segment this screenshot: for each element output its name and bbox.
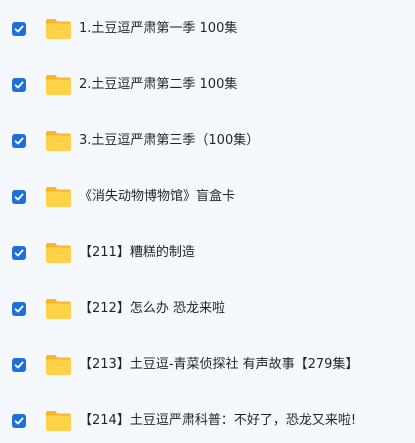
- file-name: 1.土豆逗严肃第一季 100集: [79, 21, 238, 36]
- file-row[interactable]: 1.土豆逗严肃第一季 100集: [0, 14, 415, 44]
- file-name: 【214】土豆逗严肃科普：不好了，恐龙又来啦!: [79, 413, 357, 428]
- file-row[interactable]: 《消失动物博物馆》盲盒卡: [0, 182, 415, 212]
- folder-icon: [45, 298, 72, 320]
- file-name: 【212】怎么办 恐龙来啦: [79, 301, 225, 316]
- checkbox-checked-icon[interactable]: [12, 414, 26, 428]
- file-name: 2.土豆逗严肃第二季 100集: [79, 77, 238, 92]
- folder-icon: [45, 354, 72, 376]
- file-row[interactable]: 【213】土豆逗-青菜侦探社 有声故事【279集】: [0, 350, 415, 380]
- file-name: 【211】糟糕的制造: [79, 245, 195, 260]
- file-name: 《消失动物博物馆》盲盒卡: [79, 189, 236, 204]
- file-row[interactable]: 2.土豆逗严肃第二季 100集: [0, 70, 415, 100]
- checkbox-checked-icon[interactable]: [12, 190, 26, 204]
- folder-icon: [45, 410, 72, 432]
- file-row[interactable]: 3.土豆逗严肃第三季（100集）: [0, 126, 415, 156]
- folder-icon: [45, 242, 72, 264]
- folder-icon: [45, 74, 72, 96]
- file-name: 【213】土豆逗-青菜侦探社 有声故事【279集】: [79, 357, 359, 372]
- checkbox-checked-icon[interactable]: [12, 302, 26, 316]
- checkbox-checked-icon[interactable]: [12, 358, 26, 372]
- checkbox-checked-icon[interactable]: [12, 78, 26, 92]
- checkbox-checked-icon[interactable]: [12, 246, 26, 260]
- folder-icon: [45, 18, 72, 40]
- file-name: 3.土豆逗严肃第三季（100集）: [79, 133, 260, 148]
- file-row[interactable]: 【212】怎么办 恐龙来啦: [0, 294, 415, 324]
- folder-icon: [45, 186, 72, 208]
- file-list: 1.土豆逗严肃第一季 100集 2.土豆逗严肃第二季 100集 3.土豆逗严肃第…: [0, 0, 415, 443]
- checkbox-checked-icon[interactable]: [12, 22, 26, 36]
- folder-icon: [45, 130, 72, 152]
- file-row[interactable]: 【211】糟糕的制造: [0, 238, 415, 268]
- checkbox-checked-icon[interactable]: [12, 134, 26, 148]
- file-row[interactable]: 【214】土豆逗严肃科普：不好了，恐龙又来啦!: [0, 406, 415, 436]
